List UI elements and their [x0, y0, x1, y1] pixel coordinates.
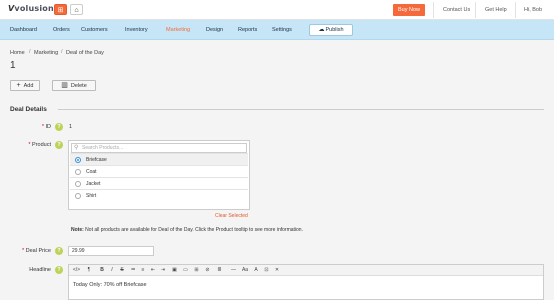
nav-customers[interactable]: Customers: [81, 20, 108, 40]
nav-marketing[interactable]: Marketing: [166, 20, 190, 40]
product-option-jacket[interactable]: Jacket: [70, 177, 248, 189]
nav-design[interactable]: Design: [206, 20, 223, 40]
store-icon[interactable]: ⊞: [54, 4, 67, 15]
radio-unselected[interactable]: [75, 193, 81, 199]
unordered-list-icon[interactable]: ≔: [130, 265, 136, 276]
user-menu[interactable]: Hi, Bob: [524, 4, 542, 16]
clear-selected-link[interactable]: Clear Selected: [215, 213, 248, 219]
help-icon[interactable]: ?: [55, 247, 63, 255]
divider: [433, 2, 434, 18]
radio-unselected[interactable]: [75, 181, 81, 187]
font-color-icon[interactable]: A: [253, 265, 259, 276]
breadcrumb-home[interactable]: Home: [10, 49, 25, 57]
trash-icon: ▥: [61, 82, 68, 89]
product-option-coat[interactable]: Coat: [70, 165, 248, 177]
nav-settings[interactable]: Settings: [272, 20, 292, 40]
id-label: * ID: [41, 124, 51, 130]
add-button[interactable]: + Add: [10, 80, 40, 91]
help-icon[interactable]: ?: [55, 266, 63, 274]
breadcrumb-separator: /: [29, 49, 31, 55]
radio-unselected[interactable]: [75, 169, 81, 175]
home-icon[interactable]: ⌂: [70, 4, 83, 15]
paragraph-icon[interactable]: ¶: [86, 265, 92, 276]
product-search-input[interactable]: ⚲ Search Products...: [71, 143, 247, 153]
headline-text[interactable]: Today Only: 70% off Briefcase: [73, 282, 147, 288]
video-icon[interactable]: ▭: [182, 265, 189, 276]
help-icon[interactable]: ?: [55, 123, 63, 131]
nav-dashboard[interactable]: Dashboard: [10, 20, 37, 40]
editor-toolbar: </> ¶ B I S ≔ ≡ ⇤ ⇥ ▣ ▭ ⊞ ⊘ ≣ — Aa A ⊡ ✕: [69, 265, 543, 276]
buy-now-button[interactable]: Buy Now: [393, 4, 425, 16]
nav-reports[interactable]: Reports: [238, 20, 257, 40]
section-divider: [58, 109, 544, 110]
plus-icon: +: [16, 82, 21, 89]
publish-button[interactable]: ☁Publish: [309, 24, 353, 36]
main-nav: Dashboard Orders Customers Inventory Mar…: [0, 20, 554, 40]
delete-button[interactable]: ▥ Delete: [52, 80, 96, 91]
id-value: 1: [69, 124, 73, 130]
clear-format-icon[interactable]: ✕: [274, 265, 280, 276]
font-size-icon[interactable]: Aa: [241, 265, 249, 276]
page-title: 1: [10, 60, 16, 71]
indent-icon[interactable]: ⇥: [160, 265, 166, 276]
deal-price-input[interactable]: 29.99: [68, 246, 154, 256]
ordered-list-icon[interactable]: ≡: [140, 265, 146, 276]
table-icon[interactable]: ⊞: [193, 265, 200, 276]
align-icon[interactable]: ≣: [216, 265, 223, 276]
link-icon[interactable]: ⊘: [204, 265, 211, 276]
top-bar: Vvolusion ⊞ ⌂ Buy Now Contact Us Get Hel…: [0, 0, 554, 20]
note-text: Note: Not all products are available for…: [71, 227, 303, 233]
cloud-upload-icon: ☁: [318, 27, 325, 33]
help-icon[interactable]: ?: [55, 141, 63, 149]
italic-icon[interactable]: I: [109, 265, 115, 276]
fullscreen-icon[interactable]: ⊡: [263, 265, 270, 276]
product-option-briefcase[interactable]: Briefcase: [70, 153, 248, 165]
deal-price-label: * Deal Price: [21, 248, 51, 254]
section-title: Deal Details: [10, 106, 47, 113]
nav-orders[interactable]: Orders: [53, 20, 70, 40]
divider: [475, 2, 476, 18]
get-help-link[interactable]: Get Help: [485, 4, 507, 16]
headline-editor[interactable]: </> ¶ B I S ≔ ≡ ⇤ ⇥ ▣ ▭ ⊞ ⊘ ≣ — Aa A ⊡ ✕…: [68, 264, 544, 300]
breadcrumb-separator: /: [61, 49, 63, 55]
contact-us-link[interactable]: Contact Us: [443, 4, 470, 16]
nav-inventory[interactable]: Inventory: [125, 20, 148, 40]
product-list: ⚲ Search Products... Briefcase Coat Jack…: [68, 140, 250, 210]
search-icon: ⚲: [74, 145, 79, 151]
horizontal-rule-icon[interactable]: —: [230, 265, 237, 276]
product-option-shirt[interactable]: Shirt: [70, 189, 248, 201]
product-label: * Product: [28, 142, 51, 148]
outdent-icon[interactable]: ⇤: [150, 265, 156, 276]
breadcrumb-current: Deal of the Day: [66, 50, 104, 56]
breadcrumb-marketing[interactable]: Marketing: [34, 49, 58, 57]
volusion-logo[interactable]: Vvolusion: [8, 4, 54, 13]
headline-label: Headline: [29, 267, 51, 273]
bold-icon[interactable]: B: [99, 265, 105, 276]
radio-selected[interactable]: [75, 157, 81, 163]
strikethrough-icon[interactable]: S: [119, 265, 125, 276]
image-icon[interactable]: ▣: [171, 265, 178, 276]
code-view-icon[interactable]: </>: [72, 265, 81, 276]
divider: [515, 2, 516, 18]
